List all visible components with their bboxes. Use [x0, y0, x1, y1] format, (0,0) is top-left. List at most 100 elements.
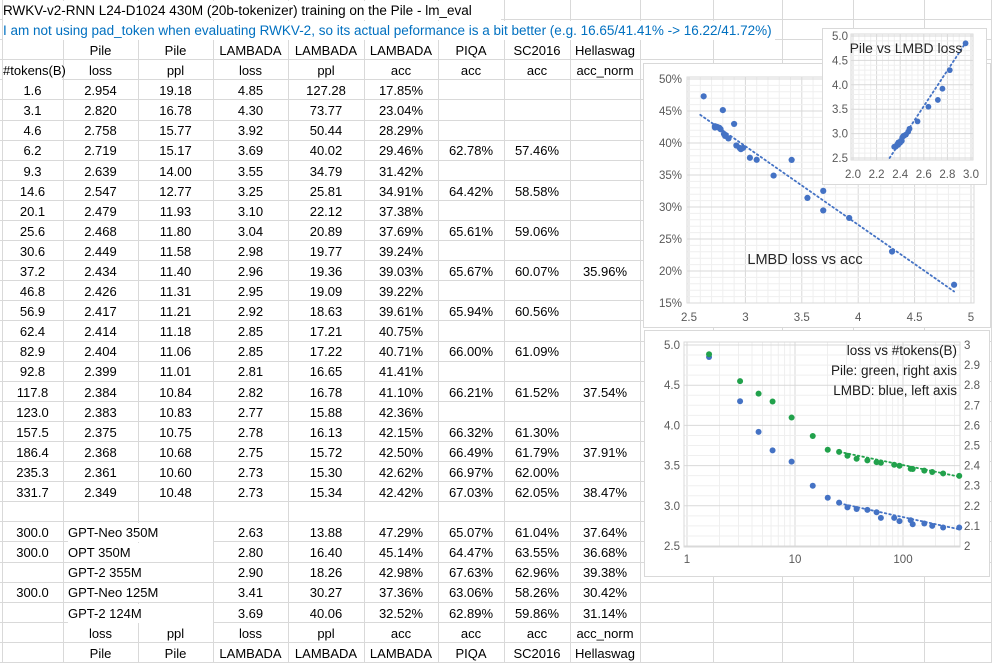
- cell[interactable]: 40.71%: [365, 342, 437, 361]
- cell[interactable]: 40.06: [289, 604, 363, 623]
- cell[interactable]: 62.4: [3, 322, 62, 341]
- cell[interactable]: 3.04: [214, 222, 287, 241]
- header-cell[interactable]: ppl: [139, 624, 212, 643]
- header-cell[interactable]: SC2016: [505, 644, 569, 663]
- cell[interactable]: 2.468: [64, 222, 137, 241]
- cell[interactable]: 19.09: [289, 282, 363, 301]
- cell[interactable]: 6.2: [3, 141, 62, 160]
- cell[interactable]: 61.79%: [505, 443, 569, 462]
- cell[interactable]: 15.34: [289, 483, 363, 502]
- cell[interactable]: 61.09%: [505, 342, 569, 361]
- cell[interactable]: 42.15%: [365, 423, 437, 442]
- cell[interactable]: 16.78: [289, 383, 363, 402]
- cell[interactable]: 2.96: [214, 262, 287, 281]
- cell[interactable]: 66.97%: [439, 463, 503, 482]
- cell[interactable]: 29.46%: [365, 141, 437, 160]
- cell[interactable]: 9.3: [3, 162, 62, 181]
- cell[interactable]: 3.69: [214, 141, 287, 160]
- cell[interactable]: 39.61%: [365, 302, 437, 321]
- cell[interactable]: 19.18: [139, 81, 212, 100]
- header-cell[interactable]: acc: [505, 61, 569, 80]
- cell[interactable]: 15.30: [289, 463, 363, 482]
- cell[interactable]: 23.04%: [365, 101, 437, 120]
- chart-pile-vs-lmbd-loss[interactable]: 2.02.22.42.62.83.02.53.03.54.04.55.0Pile…: [822, 28, 987, 185]
- cell[interactable]: 58.58%: [505, 182, 569, 201]
- cell[interactable]: 28.29%: [365, 121, 437, 140]
- header-cell[interactable]: acc: [365, 624, 437, 643]
- cell[interactable]: 34.91%: [365, 182, 437, 201]
- cell[interactable]: 61.52%: [505, 383, 569, 402]
- cell[interactable]: 37.91%: [571, 443, 639, 462]
- cell[interactable]: 11.18: [139, 322, 212, 341]
- cell[interactable]: 65.94%: [439, 302, 503, 321]
- cell[interactable]: 15.72: [289, 443, 363, 462]
- cell[interactable]: 4.85: [214, 81, 287, 100]
- cell[interactable]: 60.07%: [505, 262, 569, 281]
- cell[interactable]: 64.47%: [439, 543, 503, 562]
- cell[interactable]: 2.81: [214, 362, 287, 381]
- cell[interactable]: 30.6: [3, 242, 62, 261]
- cell[interactable]: 37.69%: [365, 222, 437, 241]
- cell[interactable]: 42.42%: [365, 483, 437, 502]
- cell[interactable]: 66.00%: [439, 342, 503, 361]
- cell[interactable]: 25.81: [289, 182, 363, 201]
- cell[interactable]: 37.38%: [365, 202, 437, 221]
- cell[interactable]: 2.368: [64, 443, 137, 462]
- cell[interactable]: 36.68%: [571, 543, 639, 562]
- header-cell[interactable]: LAMBADA: [289, 41, 363, 60]
- cell[interactable]: 73.77: [289, 101, 363, 120]
- header-cell[interactable]: loss: [214, 61, 287, 80]
- cell[interactable]: 22.12: [289, 202, 363, 221]
- cell[interactable]: 2.479: [64, 202, 137, 221]
- cell[interactable]: 46.8: [3, 282, 62, 301]
- cell[interactable]: 82.9: [3, 342, 62, 361]
- cell[interactable]: 2.82: [214, 383, 287, 402]
- cell[interactable]: 123.0: [3, 403, 62, 422]
- cell[interactable]: 61.04%: [505, 523, 569, 542]
- header-cell[interactable]: Hellaswag: [571, 644, 639, 663]
- cell[interactable]: 2.399: [64, 362, 137, 381]
- cell[interactable]: 2.383: [64, 403, 137, 422]
- cell[interactable]: 10.60: [139, 463, 212, 482]
- cell[interactable]: 39.38%: [571, 563, 639, 582]
- header-cell[interactable]: LAMBADA: [214, 644, 287, 663]
- header-cell[interactable]: acc_norm: [571, 61, 639, 80]
- cell[interactable]: 235.3: [3, 463, 62, 482]
- cell[interactable]: 62.96%: [505, 563, 569, 582]
- cell[interactable]: 62.00%: [505, 463, 569, 482]
- cell[interactable]: 2.73: [214, 483, 287, 502]
- cell[interactable]: 35.96%: [571, 262, 639, 281]
- cell[interactable]: 56.9: [3, 302, 62, 321]
- cell[interactable]: 2.75: [214, 443, 287, 462]
- header-cell[interactable]: ppl: [289, 61, 363, 80]
- cell[interactable]: 40.02: [289, 141, 363, 160]
- cell[interactable]: 11.40: [139, 262, 212, 281]
- cell[interactable]: 67.03%: [439, 483, 503, 502]
- cell[interactable]: 15.77: [139, 121, 212, 140]
- cell[interactable]: 14.00: [139, 162, 212, 181]
- header-cell[interactable]: LAMBADA: [289, 644, 363, 663]
- cell[interactable]: 2.820: [64, 101, 137, 120]
- cell[interactable]: 59.86%: [505, 604, 569, 623]
- cell[interactable]: 16.78: [139, 101, 212, 120]
- cell[interactable]: 11.58: [139, 242, 212, 261]
- cell[interactable]: 25.6: [3, 222, 62, 241]
- model-name-cell[interactable]: GPT-Neo 125M: [68, 583, 213, 602]
- cell[interactable]: 2.85: [214, 342, 287, 361]
- cell[interactable]: 127.28: [289, 81, 363, 100]
- cell[interactable]: 10.83: [139, 403, 212, 422]
- cell[interactable]: 2.449: [64, 242, 137, 261]
- cell[interactable]: 62.05%: [505, 483, 569, 502]
- cell[interactable]: 10.84: [139, 383, 212, 402]
- cell[interactable]: 19.77: [289, 242, 363, 261]
- cell[interactable]: 66.49%: [439, 443, 503, 462]
- model-name-cell[interactable]: GPT-2 124M: [68, 604, 213, 623]
- cell[interactable]: 15.17: [139, 141, 212, 160]
- cell[interactable]: 39.03%: [365, 262, 437, 281]
- cell[interactable]: 31.14%: [571, 604, 639, 623]
- cell[interactable]: 10.75: [139, 423, 212, 442]
- cell[interactable]: 31.42%: [365, 162, 437, 181]
- cell[interactable]: 63.06%: [439, 583, 503, 602]
- model-name-cell[interactable]: GPT-2 355M: [68, 563, 213, 582]
- model-name-cell[interactable]: GPT-Neo 350M: [68, 523, 213, 542]
